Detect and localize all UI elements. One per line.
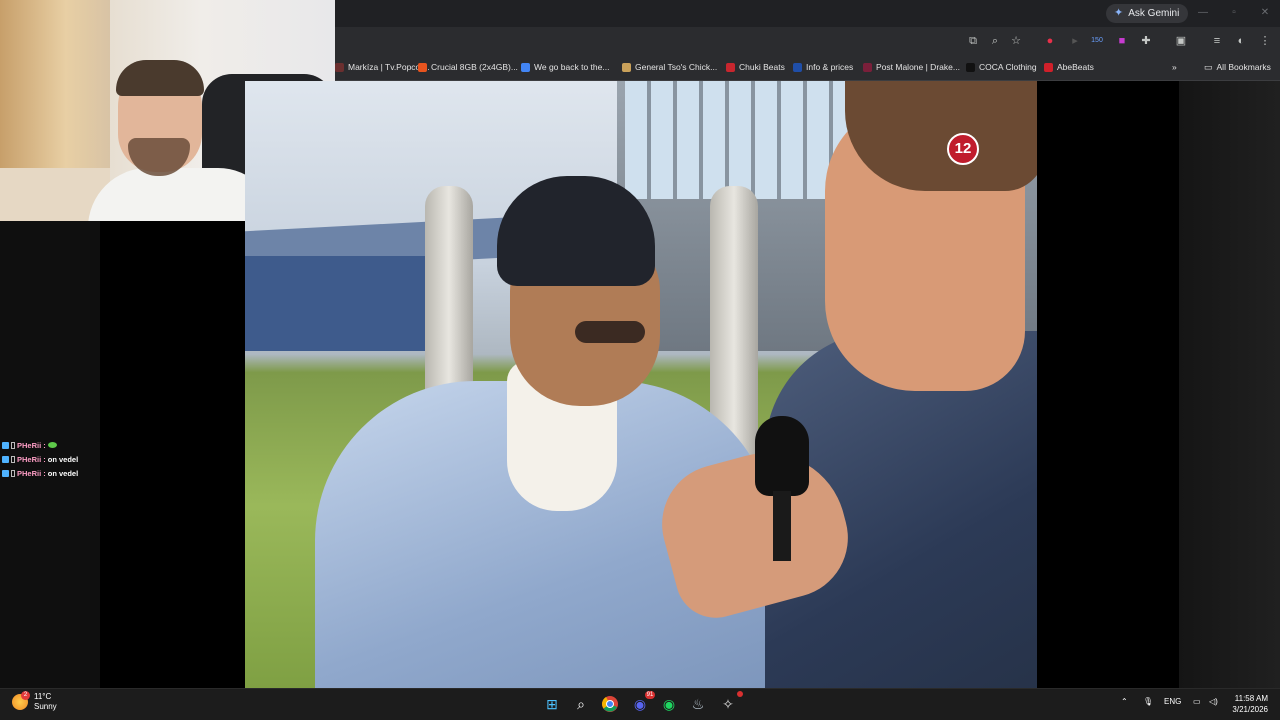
discord-badge: 91 [645,691,655,699]
side-panel-icon[interactable]: ▣ [1173,33,1189,49]
all-bookmarks-label: All Bookmarks [1216,62,1271,72]
steam-icon[interactable]: ♨ [688,694,708,714]
video-player[interactable]: 12 [245,81,1037,688]
chat-message: PHeRii : on vedel [2,452,98,466]
bookmark-item[interactable]: COCA Clothing [966,60,1037,74]
video-man-mustache [575,321,645,343]
extensions-puzzle-icon[interactable]: ✚ [1138,33,1154,49]
show-hidden-icons-icon[interactable]: ⌃ [1121,697,1128,706]
volume-icon[interactable]: ◁) [1209,697,1218,706]
discord-icon[interactable]: ◉ 91 [630,691,655,714]
close-button[interactable]: ✕ [1256,5,1274,21]
chat-username: PHeRii : [17,468,46,478]
search-icon[interactable]: ⌕ [571,694,591,714]
right-side-panel [1179,81,1280,688]
spotify-icon[interactable]: ◉ [659,694,679,714]
bookmark-favicon-icon [863,62,872,72]
menu-icon[interactable]: ⋮ [1257,33,1273,49]
bookmark-label: General Tso's Chick... [635,62,718,72]
extension-dim-icon[interactable]: ▸ [1067,33,1083,49]
start-windows-icon[interactable]: ⊞ [542,694,562,714]
bookmark-label: COCA Clothing [979,62,1037,72]
chat-emote-icon [47,442,57,448]
bookmark-item[interactable]: Post Malone | Drake... [863,60,960,74]
bookmark-item[interactable]: Chuki Beats [726,60,785,74]
maximize-button[interactable]: ▫ [1225,5,1243,21]
screen: ✦ Ask Gemini — ▫ ✕ ⧉ ⌕ ☆ ● ▸ 150 ■ ✚ ▣ ≡… [0,0,1280,720]
user-badge-icon [2,441,9,449]
more-bookmarks-button[interactable]: » [1172,60,1177,74]
all-bookmarks-button[interactable]: ▭ All Bookmarks [1204,60,1271,74]
bookmark-favicon-icon [521,62,530,72]
ask-gemini-button[interactable]: ✦ Ask Gemini [1106,4,1189,23]
chat-message: PHeRii : on vedel [2,466,98,480]
extension-red-icon[interactable]: ● [1042,33,1058,49]
taskbar-clock[interactable]: 11:58 AM 3/21/2026 [1232,693,1268,715]
chat-username: PHeRii : [17,440,46,450]
bookmark-label: Crucial 8GB (2x4GB)... [431,62,518,72]
bookmark-item[interactable]: Markíza | Tv.Popcor... [335,60,430,74]
bookmark-item[interactable]: General Tso's Chick... [622,60,717,74]
network-icon[interactable]: ▭ [1193,697,1201,706]
bookmark-favicon-icon [966,62,975,72]
clock-time: 11:58 AM [1234,694,1268,703]
minimize-button[interactable]: — [1194,5,1212,21]
bookmark-item[interactable]: We go back to the... [521,60,609,74]
bookmark-label: Post Malone | Drake... [876,62,960,72]
bookmark-label: AbeBeats [1057,62,1094,72]
ask-gemini-label: Ask Gemini [1128,8,1180,19]
bookmark-favicon-icon [726,62,735,72]
bookmark-favicon-icon [1044,62,1053,72]
bookmark-favicon-icon [793,62,802,72]
webcam-person-hair [116,60,204,96]
channel-logo-badge: 12 [947,133,979,165]
chat-message: PHeRii : [2,438,98,452]
cast-icon[interactable]: ⧉ [965,33,981,49]
chat-text: on vedel [47,454,79,464]
user-badge-icon [2,469,9,477]
weather-description: Sunny [34,702,57,711]
right-letterbox [1037,81,1179,688]
bookmark-item[interactable]: Crucial 8GB (2x4GB)... [418,60,518,74]
extension-counter-icon[interactable]: 150 [1089,33,1105,49]
bookmark-item[interactable]: AbeBeats [1044,60,1094,74]
video-microphone-handle [773,491,791,561]
notification-dot [737,691,743,697]
video-blue-building [245,256,430,351]
video-man-hat [497,176,655,286]
chat-username: PHeRii : [17,454,46,464]
chat-text: on vedel [47,468,79,478]
extension-purple-icon[interactable]: ■ [1114,33,1130,49]
bookmark-item[interactable]: Info & prices [793,60,853,74]
bookmark-star-icon[interactable]: ☆ [1008,33,1024,49]
bookmark-favicon-icon [622,62,631,72]
microphone-icon[interactable]: 🎙︎ [1143,697,1153,706]
weather-widget[interactable]: 2 11°C Sunny [12,691,57,712]
user-badge-icon [2,455,9,463]
bookmark-label: Info & prices [806,62,854,72]
language-indicator[interactable]: ENG [1164,697,1181,706]
app-update-icon[interactable]: ✧ [718,691,743,714]
user-badge-icon [11,469,15,477]
user-badge-icon [11,455,15,463]
gemini-spark-icon: ✦ [1114,7,1124,19]
chat-overlay: PHeRii : PHeRii : on vedel PHeRii : on v… [2,438,98,480]
media-controls-icon[interactable]: ≡ [1209,33,1225,49]
bookmark-label: We go back to the... [534,62,610,72]
folder-icon: ▭ [1204,61,1213,72]
weather-temperature: 11°C [34,692,52,701]
clock-date: 3/21/2026 [1232,705,1268,714]
chrome-icon[interactable] [600,694,620,714]
sun-icon: 2 [12,691,30,710]
video-microphone [755,416,809,496]
weather-badge: 2 [21,691,30,700]
user-badge-icon [11,441,15,449]
bookmark-label: Chuki Beats [739,62,785,72]
zoom-icon[interactable]: ⌕ [987,33,1003,49]
bookmark-favicon-icon [335,62,344,72]
profile-avatar-icon[interactable]: ◐ [1233,33,1249,49]
bookmark-favicon-icon [418,62,427,72]
left-letterbox [100,221,245,688]
